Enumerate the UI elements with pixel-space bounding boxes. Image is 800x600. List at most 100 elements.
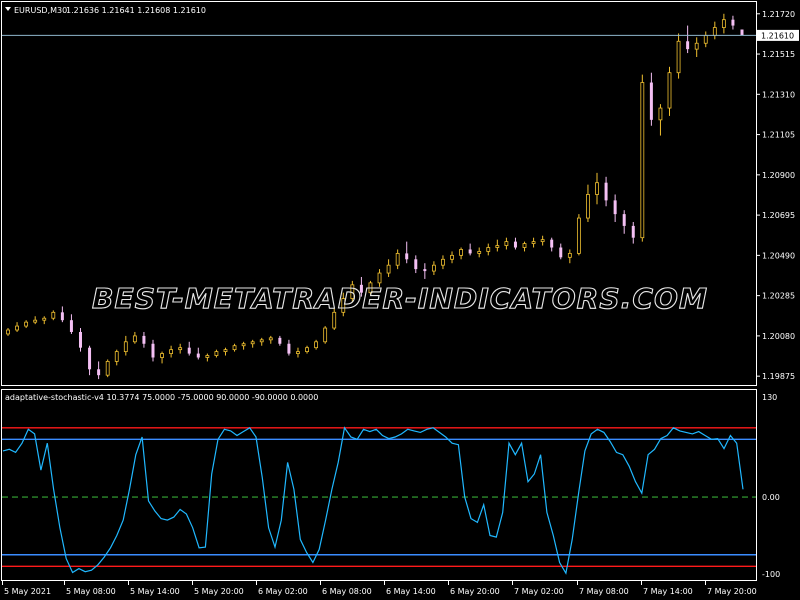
candle-body-bull bbox=[268, 337, 273, 341]
candle-body-bear bbox=[613, 200, 617, 215]
candle-body-bull bbox=[595, 182, 599, 195]
candle-body-bull bbox=[205, 355, 210, 358]
candle-body-bull bbox=[586, 194, 590, 219]
candle-body-bear bbox=[740, 29, 744, 36]
candle-body-bear bbox=[731, 19, 735, 26]
candle-body-bear bbox=[649, 82, 653, 120]
candle-body-bear bbox=[631, 225, 635, 238]
candle-body-bull bbox=[24, 321, 29, 327]
candle-body-bear bbox=[97, 369, 101, 376]
price-axis: 1.21720 1.21515 1.21310 1.21105 1.20900 1.206… bbox=[757, 10, 795, 381]
time-tick-label: 6 May 20:00 bbox=[450, 587, 500, 596]
dropdown-triangle-icon[interactable] bbox=[5, 7, 11, 11]
candle-body-bull bbox=[250, 341, 255, 345]
candle-body-bear bbox=[151, 343, 155, 358]
price-tick-label: 1.21720 bbox=[762, 10, 795, 19]
candle-body-bull bbox=[105, 361, 110, 376]
indicator-label: adaptative-stochastic-v4 10.3774 75.0000… bbox=[5, 393, 318, 402]
ohlc-label: 1.21636 1.21641 1.21608 1.21610 bbox=[66, 6, 206, 15]
trading-terminal-chart[interactable]: 1.21720 1.21515 1.21310 1.21105 1.20900 1.206… bbox=[0, 0, 800, 600]
indicator-axis: 130 0.00 -100 bbox=[762, 393, 780, 579]
watermark: BEST-METATRADER-INDICATORS.COM bbox=[92, 282, 708, 315]
stochastic-line bbox=[2, 426, 744, 575]
candle-body-bull bbox=[305, 347, 309, 353]
candle-body-bull bbox=[721, 19, 726, 28]
candle-body-bull bbox=[42, 317, 47, 321]
candle-body-bull bbox=[15, 325, 19, 331]
price-candles bbox=[6, 13, 744, 380]
candle-body-bull bbox=[296, 351, 300, 354]
time-tick-label: 5 May 14:00 bbox=[130, 587, 180, 596]
candle-body-bull bbox=[477, 251, 482, 254]
candle-body-bull bbox=[314, 341, 318, 349]
candle-body-bull bbox=[160, 353, 164, 358]
time-tick-label: 7 May 02:00 bbox=[514, 587, 564, 596]
candle-body-bear bbox=[142, 335, 146, 344]
candle-body-bear bbox=[622, 214, 626, 226]
candle-body-bull bbox=[441, 258, 445, 266]
time-tick-label: 6 May 02:00 bbox=[258, 587, 308, 596]
time-tick-label: 7 May 08:00 bbox=[579, 587, 629, 596]
candle-body-bull bbox=[241, 343, 246, 347]
candle-body-bull bbox=[495, 245, 500, 248]
candle-body-bull bbox=[504, 241, 509, 246]
candle-body-bull bbox=[6, 329, 10, 335]
candle-body-bear bbox=[513, 241, 517, 248]
price-tick-label: 1.21105 bbox=[762, 131, 795, 140]
candle-body-bull bbox=[576, 217, 581, 254]
candle-body-bull bbox=[123, 341, 128, 353]
candle-body-bear bbox=[278, 337, 282, 344]
price-tick-label: 1.19875 bbox=[762, 372, 795, 381]
candle-body-bear bbox=[69, 320, 73, 332]
candle-body-bear bbox=[604, 182, 608, 201]
price-tick-label: 1.20285 bbox=[762, 292, 795, 301]
candle-body-bear bbox=[196, 353, 200, 358]
candle-body-bull bbox=[640, 82, 645, 239]
time-tick-label: 7 May 20:00 bbox=[707, 587, 757, 596]
indicator-tick-label: -100 bbox=[762, 570, 780, 579]
candle-body-bull bbox=[214, 351, 219, 356]
candle-body-bear bbox=[78, 331, 82, 348]
candle-body-bull bbox=[667, 72, 672, 109]
candle-body-bull bbox=[395, 253, 400, 266]
candle-body-bear bbox=[559, 247, 563, 258]
candle-body-bull bbox=[323, 327, 328, 343]
candle-body-bear bbox=[414, 259, 418, 270]
candle-body-bull bbox=[703, 34, 708, 44]
time-tick-label: 6 May 08:00 bbox=[322, 587, 372, 596]
candle-body-bull bbox=[169, 349, 174, 354]
current-price-label: 1.21610 bbox=[761, 31, 794, 40]
candle-body-bull bbox=[450, 254, 454, 260]
candle-body-bull bbox=[259, 339, 264, 343]
time-tick-label: 6 May 14:00 bbox=[386, 587, 436, 596]
indicator-levels bbox=[2, 427, 756, 568]
candle-body-bull bbox=[114, 351, 119, 362]
indicator-tick-label: 0.00 bbox=[762, 493, 780, 502]
time-tick-label: 5 May 08:00 bbox=[66, 587, 116, 596]
price-tick-label: 1.20080 bbox=[762, 332, 795, 341]
price-tick-label: 1.21515 bbox=[762, 50, 795, 59]
indicator-tick-label: 130 bbox=[762, 393, 777, 402]
candle-body-bull bbox=[432, 264, 436, 272]
candle-body-bull bbox=[676, 40, 681, 74]
candle-body-bull bbox=[486, 247, 491, 252]
candle-body-bull bbox=[522, 243, 527, 248]
candle-body-bear bbox=[287, 343, 291, 354]
symbol-label: EURUSD,M30 bbox=[14, 6, 67, 15]
candle-body-bull bbox=[459, 249, 463, 256]
candle-body-bull bbox=[386, 264, 391, 274]
time-tick-label: 7 May 14:00 bbox=[643, 587, 693, 596]
candle-body-bear bbox=[60, 312, 64, 321]
candle-body-bull bbox=[178, 347, 183, 351]
candle-body-bear bbox=[468, 249, 472, 254]
time-axis: 5 May 2021 5 May 08:00 5 May 14:00 5 May 20… bbox=[2, 581, 757, 596]
time-tick-label: 5 May 20:00 bbox=[194, 587, 244, 596]
candle-body-bear bbox=[686, 41, 690, 50]
candle-body-bear bbox=[187, 347, 191, 354]
candle-body-bull bbox=[658, 107, 663, 121]
candle-body-bull bbox=[531, 241, 536, 244]
candle-body-bull bbox=[694, 42, 699, 50]
candle-body-bear bbox=[423, 269, 427, 272]
candle-body-bull bbox=[712, 27, 717, 36]
price-tick-label: 1.20490 bbox=[762, 251, 795, 260]
